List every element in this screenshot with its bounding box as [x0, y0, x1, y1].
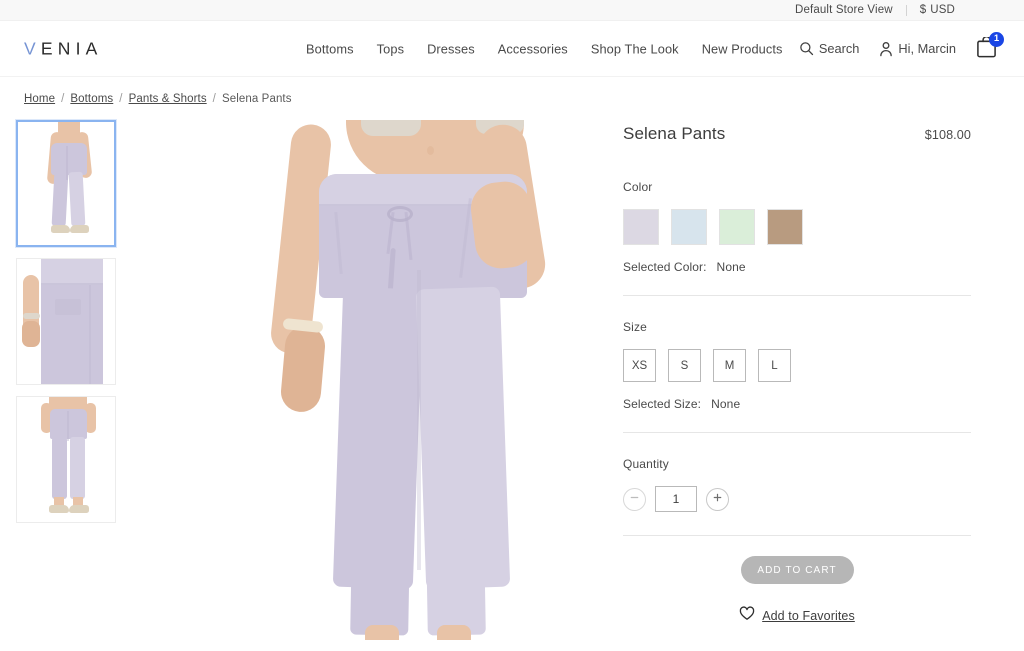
logo-first-letter: V	[24, 38, 41, 58]
breadcrumb-item-current: Selena Pants	[221, 93, 292, 105]
header-actions: Search Hi, Marcin 1	[799, 31, 1004, 61]
logo-rest: ENIA	[40, 38, 103, 58]
size-option-s[interactable]: S	[668, 349, 701, 382]
account-button[interactable]: Hi, Marcin	[879, 41, 956, 57]
quantity-decrement-button[interactable]	[623, 487, 646, 511]
color-swatch-light-blue[interactable]	[671, 209, 707, 245]
thumbnail-2[interactable]	[16, 258, 116, 385]
site-logo[interactable]: VENIA	[24, 38, 103, 59]
search-button[interactable]: Search	[799, 41, 860, 56]
breadcrumb-item-pants-shorts[interactable]: Pants & Shorts	[129, 93, 207, 105]
selected-size-value: None	[711, 397, 741, 411]
main-navigation: Bottoms Tops Dresses Accessories Shop Th…	[306, 41, 783, 56]
product-title-row: Selena Pants $108.00	[623, 105, 971, 144]
currency-symbol: $	[919, 4, 927, 16]
breadcrumb-item-home[interactable]: Home	[24, 93, 55, 105]
breadcrumb-separator: /	[212, 93, 216, 105]
currency-selector[interactable]: $ USD	[907, 0, 968, 20]
main-product-illustration	[241, 120, 636, 640]
color-swatch-tan[interactable]	[767, 209, 803, 245]
selected-color-row: Selected Color: None	[623, 260, 971, 274]
size-option-m[interactable]: M	[713, 349, 746, 382]
color-swatch-list	[623, 209, 971, 245]
size-option-l[interactable]: L	[758, 349, 791, 382]
size-label: Size	[623, 320, 647, 334]
store-view-selector[interactable]: Default Store View	[782, 0, 906, 20]
minus-icon	[629, 490, 640, 508]
color-swatch-lavender[interactable]	[623, 209, 659, 245]
color-label: Color	[623, 180, 653, 194]
breadcrumb-separator: /	[61, 93, 65, 105]
thumbnail-1-image	[18, 122, 114, 245]
nav-item-shop-the-look[interactable]: Shop The Look	[591, 41, 679, 56]
quantity-increment-button[interactable]	[706, 487, 729, 511]
product-title: Selena Pants	[623, 124, 726, 143]
quantity-label: Quantity	[623, 457, 669, 471]
color-swatch-mint-green[interactable]	[719, 209, 755, 245]
selected-size-label: Selected Size:	[623, 397, 702, 411]
nav-item-new-products[interactable]: New Products	[702, 41, 783, 56]
thumbnail-2-image	[17, 259, 115, 384]
account-label: Hi, Marcin	[898, 41, 956, 56]
quantity-input[interactable]	[655, 486, 697, 512]
site-header: VENIA Bottoms Tops Dresses Accessories S…	[0, 21, 1024, 77]
thumbnail-1[interactable]	[16, 120, 116, 247]
selected-color-value: None	[716, 260, 746, 274]
utility-bar: Default Store View $ USD	[0, 0, 1024, 21]
currency-code: USD	[930, 4, 955, 16]
breadcrumb-separator: /	[119, 93, 123, 105]
nav-item-accessories[interactable]: Accessories	[498, 41, 568, 56]
main-product-image[interactable]	[241, 120, 636, 640]
product-actions: ADD TO CART Add to Favorites	[623, 536, 971, 626]
cart-button[interactable]: 1	[976, 31, 1004, 61]
selected-size-row: Selected Size: None	[623, 397, 971, 411]
breadcrumb-item-bottoms[interactable]: Bottoms	[70, 93, 113, 105]
thumbnail-gallery	[16, 120, 136, 640]
size-option-xs[interactable]: XS	[623, 349, 656, 382]
heart-icon	[739, 606, 755, 626]
cart-count-badge: 1	[989, 31, 1004, 47]
plus-icon	[712, 490, 723, 508]
quantity-stepper	[623, 486, 971, 512]
add-to-favorites-button[interactable]: Add to Favorites	[739, 606, 855, 626]
add-to-favorites-label: Add to Favorites	[762, 609, 855, 623]
add-to-cart-button[interactable]: ADD TO CART	[740, 556, 854, 584]
color-option-block: Color Selected Color: None	[623, 144, 971, 296]
search-label: Search	[818, 41, 860, 56]
product-price: $108.00	[924, 128, 971, 142]
search-icon	[799, 41, 814, 56]
nav-item-tops[interactable]: Tops	[377, 41, 404, 56]
size-option-block: Size XS S M L Selected Size: None	[623, 296, 971, 433]
quantity-block: Quantity	[623, 433, 971, 536]
product-detail-panel: Selena Pants $108.00 Color Selected Colo…	[623, 105, 971, 626]
nav-item-bottoms[interactable]: Bottoms	[306, 41, 354, 56]
thumbnail-3[interactable]	[16, 396, 116, 523]
nav-item-dresses[interactable]: Dresses	[427, 41, 475, 56]
user-icon	[879, 41, 893, 57]
selected-color-label: Selected Color:	[623, 260, 707, 274]
size-option-list: XS S M L	[623, 349, 971, 382]
thumbnail-3-image	[17, 397, 115, 522]
product-detail-page: Default Store View $ USD VENIA Bottoms T…	[0, 0, 1024, 651]
breadcrumb: Home / Bottoms / Pants & Shorts / Selena…	[0, 77, 1024, 105]
product-section: Selena Pants $108.00 Color Selected Colo…	[0, 105, 1024, 640]
